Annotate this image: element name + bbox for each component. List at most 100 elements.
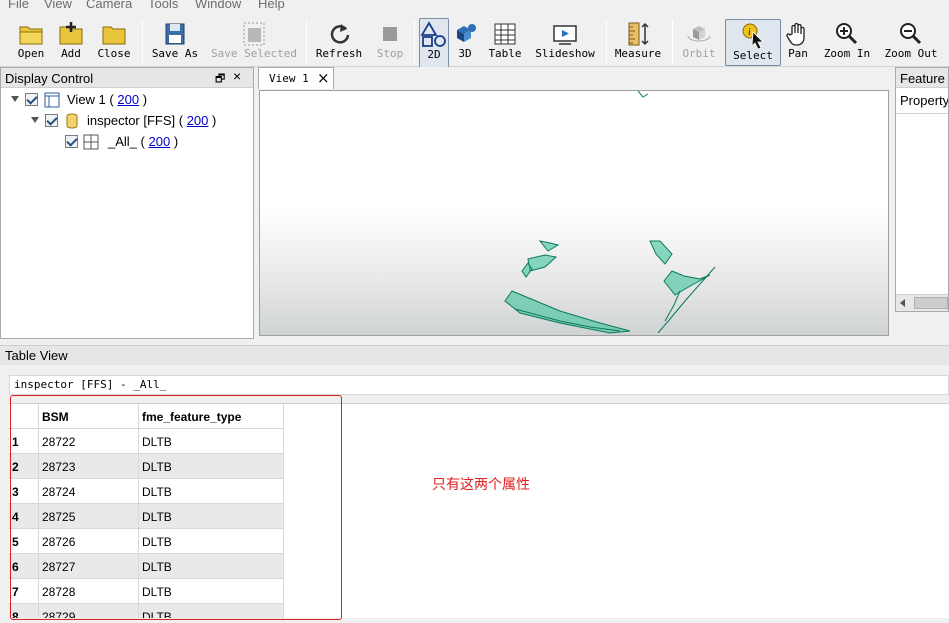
- row-number[interactable]: 2: [9, 454, 39, 479]
- geometry-drawing: [504, 91, 716, 334]
- dataset-checkbox[interactable]: [45, 114, 58, 127]
- feature-type-count-link[interactable]: 200: [148, 134, 170, 149]
- float-icon[interactable]: 🗗: [215, 70, 225, 89]
- cell-bsm[interactable]: 28724: [39, 479, 139, 504]
- cell-bsm[interactable]: 28726: [39, 529, 139, 554]
- refresh-button[interactable]: Refresh: [314, 18, 364, 68]
- tree-item-view[interactable]: View 1 ( 200 ): [1, 90, 253, 110]
- save-selected-button[interactable]: Save Selected: [210, 18, 298, 68]
- zoom-in-label: Zoom In: [823, 47, 871, 60]
- row-number[interactable]: 5: [9, 529, 39, 554]
- refresh-label: Refresh: [315, 47, 363, 60]
- row-number[interactable]: 7: [9, 579, 39, 604]
- expand-arrow-icon[interactable]: [11, 96, 19, 102]
- select-button[interactable]: i Select: [725, 19, 781, 66]
- open-label: Open: [17, 47, 45, 60]
- tree-item-feature-type[interactable]: _All_ ( 200 ): [1, 132, 253, 152]
- cell-bsm[interactable]: 28723: [39, 454, 139, 479]
- pan-label: Pan: [788, 47, 808, 60]
- table-view-path: inspector [FFS] - _All_: [9, 375, 949, 395]
- column-header-fme-feature-type[interactable]: fme_feature_type: [139, 404, 284, 429]
- zoom-in-button[interactable]: Zoom In: [822, 18, 872, 68]
- slideshow-label: Slideshow: [535, 47, 595, 60]
- scroll-thumb[interactable]: [914, 297, 948, 309]
- display-control-title-text: Display Control: [5, 71, 94, 86]
- database-icon: [66, 113, 78, 129]
- slideshow-button[interactable]: Slideshow: [534, 18, 596, 68]
- close-button[interactable]: Close: [96, 18, 132, 68]
- view-2d-label: 2D: [427, 48, 441, 61]
- slideshow-icon: [553, 25, 577, 45]
- property-header[interactable]: Property: [896, 90, 948, 114]
- column-header-bsm[interactable]: BSM: [39, 404, 139, 429]
- folder-icon: [102, 26, 126, 45]
- view-2d-button[interactable]: 2D: [419, 18, 449, 68]
- toolbar-separator: [672, 20, 673, 64]
- row-number[interactable]: 3: [9, 479, 39, 504]
- dataset-close-paren: ): [212, 113, 217, 128]
- menu-help[interactable]: Help: [258, 0, 285, 11]
- cell-feature-type[interactable]: DLTB: [139, 529, 284, 554]
- cell-feature-type[interactable]: DLTB: [139, 454, 284, 479]
- open-button[interactable]: Open: [14, 18, 48, 68]
- row-number[interactable]: 8: [9, 604, 39, 618]
- save-as-label: Save As: [151, 47, 199, 60]
- cell-bsm[interactable]: 28722: [39, 429, 139, 454]
- map-canvas[interactable]: [259, 90, 889, 336]
- menu-view[interactable]: View: [44, 0, 72, 11]
- view-area: View 1 ×: [257, 67, 891, 339]
- ruler-icon: [628, 22, 649, 46]
- grid-icon: [83, 134, 99, 150]
- menu-camera[interactable]: Camera: [86, 0, 132, 11]
- display-control-panel: Display Control 🗗 × View 1 ( 200 ) inspe…: [0, 67, 254, 339]
- scroll-left-icon[interactable]: [900, 299, 905, 307]
- cell-feature-type[interactable]: DLTB: [139, 604, 284, 618]
- zoom-out-button[interactable]: Zoom Out: [884, 18, 938, 68]
- view-window-icon: [44, 92, 60, 108]
- measure-label: Measure: [614, 47, 662, 60]
- add-button[interactable]: Add: [56, 18, 86, 68]
- menu-window[interactable]: Window: [195, 0, 241, 11]
- shapes-3d-icon: [457, 24, 476, 42]
- feature-panel-scrollbar[interactable]: [896, 294, 948, 311]
- row-number[interactable]: 1: [9, 429, 39, 454]
- cell-bsm[interactable]: 28728: [39, 579, 139, 604]
- orbit-button[interactable]: Orbit: [680, 18, 718, 68]
- toolbar-separator: [414, 20, 415, 64]
- tab-close-icon[interactable]: ×: [317, 69, 330, 87]
- menu-file[interactable]: File: [8, 0, 29, 11]
- tree-item-dataset[interactable]: inspector [FFS] ( 200 ): [1, 111, 253, 131]
- svg-text:i: i: [748, 27, 751, 38]
- measure-button[interactable]: Measure: [614, 18, 662, 68]
- row-number[interactable]: 4: [9, 504, 39, 529]
- view-3d-button[interactable]: 3D: [450, 18, 480, 68]
- cell-bsm[interactable]: 28725: [39, 504, 139, 529]
- folder-open-icon: [19, 26, 43, 45]
- cell-bsm[interactable]: 28727: [39, 554, 139, 579]
- cell-feature-type[interactable]: DLTB: [139, 554, 284, 579]
- feature-type-checkbox[interactable]: [65, 135, 78, 148]
- menu-tools[interactable]: Tools: [148, 0, 178, 11]
- cell-bsm[interactable]: 28729: [39, 604, 139, 618]
- cell-feature-type[interactable]: DLTB: [139, 429, 284, 454]
- row-number[interactable]: 6: [9, 554, 39, 579]
- stop-button[interactable]: Stop: [372, 18, 408, 68]
- cell-feature-type[interactable]: DLTB: [139, 479, 284, 504]
- view-count-link[interactable]: 200: [117, 92, 139, 107]
- view-checkbox[interactable]: [25, 93, 38, 106]
- save-as-button[interactable]: Save As: [150, 18, 200, 68]
- close-panel-icon[interactable]: ×: [233, 68, 241, 84]
- zoom-out-label: Zoom Out: [884, 47, 938, 60]
- annotation-text: 只有这两个属性: [432, 477, 530, 493]
- dataset-count-link[interactable]: 200: [187, 113, 209, 128]
- expand-arrow-icon[interactable]: [31, 117, 39, 123]
- tab-view-1[interactable]: View 1 ×: [258, 67, 334, 89]
- cell-feature-type[interactable]: DLTB: [139, 504, 284, 529]
- refresh-icon: [330, 24, 350, 44]
- pan-button[interactable]: Pan: [784, 18, 812, 68]
- attribute-table: BSM fme_feature_type 1 28722 DLTB 2 2872…: [9, 403, 949, 618]
- cell-feature-type[interactable]: DLTB: [139, 579, 284, 604]
- toolbar: Open Add Close Save As Save Selected Ref…: [0, 12, 949, 68]
- table-button[interactable]: Table: [486, 18, 524, 68]
- view-label: View 1 (: [67, 92, 114, 107]
